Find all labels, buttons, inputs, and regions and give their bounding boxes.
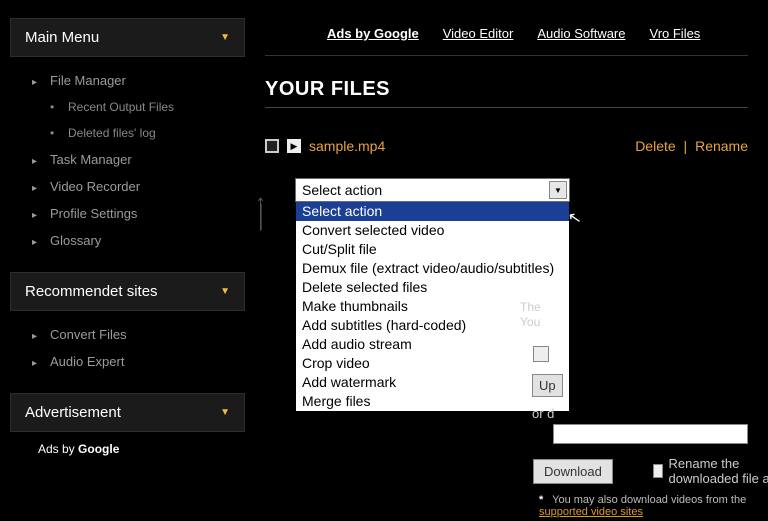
- footnote: * You may also download videos from the …: [539, 494, 768, 518]
- main-menu-title: Main Menu: [25, 29, 99, 46]
- url-input[interactable]: [553, 424, 748, 444]
- sidebar-item-deleted-log[interactable]: Deleted files' log: [32, 120, 245, 146]
- action-select-value: Select action: [302, 182, 382, 198]
- chevron-down-icon: ▼: [220, 407, 230, 418]
- rename-label: Rename the downloaded file as: [669, 456, 768, 486]
- option-crop[interactable]: Crop video: [296, 354, 569, 373]
- upload-button[interactable]: Up: [532, 374, 563, 397]
- rename-checkbox[interactable]: [653, 464, 663, 478]
- sidebar-item-glossary[interactable]: Glossary: [32, 227, 245, 254]
- info-text: You: [520, 315, 540, 329]
- action-select-box: Select action ▼ Select action Convert se…: [295, 178, 570, 412]
- rename-group: Rename the downloaded file as: [653, 456, 768, 486]
- chevron-down-icon: ▼: [220, 286, 230, 297]
- play-icon[interactable]: ▶: [287, 139, 301, 153]
- main-menu-panel: Main Menu ▼ File Manager Recent Output F…: [10, 18, 245, 254]
- nav-vro-files[interactable]: Vro Files: [650, 26, 701, 41]
- sidebar-item-video-recorder[interactable]: Video Recorder: [32, 173, 245, 200]
- upload-arrow-icon: ↑│: [255, 196, 269, 224]
- option-convert-video[interactable]: Convert selected video: [296, 221, 569, 240]
- supported-sites-link[interactable]: supported video sites: [539, 506, 643, 518]
- download-button[interactable]: Download: [533, 459, 613, 484]
- file-left: ▶ sample.mp4: [265, 138, 385, 154]
- option-demux[interactable]: Demux file (extract video/audio/subtitle…: [296, 259, 569, 278]
- sidebar: Main Menu ▼ File Manager Recent Output F…: [0, 0, 245, 521]
- recommended-list: Convert Files Audio Expert: [10, 311, 245, 375]
- ads-by-google-side: Ads by Google: [10, 432, 245, 456]
- recommended-title: Recommendet sites: [25, 283, 158, 300]
- sidebar-item-task-manager[interactable]: Task Manager: [32, 146, 245, 173]
- title-rule: [265, 107, 748, 108]
- separator: |: [680, 138, 692, 154]
- action-select[interactable]: Select action ▼: [295, 178, 570, 202]
- file-rename-link[interactable]: Rename: [695, 138, 748, 154]
- main-content: Ads by Google Video Editor Audio Softwar…: [245, 0, 768, 521]
- nav-video-editor[interactable]: Video Editor: [443, 26, 514, 41]
- advertisement-title: Advertisement: [25, 404, 121, 421]
- advertisement-panel: Advertisement ▼ Ads by Google: [10, 393, 245, 456]
- file-checkbox[interactable]: [265, 139, 279, 153]
- sidebar-item-file-manager[interactable]: File Manager: [32, 67, 245, 94]
- asterisk-icon: *: [539, 494, 549, 506]
- option-audio-stream[interactable]: Add audio stream: [296, 335, 569, 354]
- page-title: YOUR FILES: [265, 78, 748, 101]
- main-menu-list: File Manager Recent Output Files Deleted…: [10, 57, 245, 254]
- option-select-action[interactable]: Select action: [296, 202, 569, 221]
- recommended-sites-panel: Recommendet sites ▼ Convert Files Audio …: [10, 272, 245, 375]
- main-menu-header[interactable]: Main Menu ▼: [10, 18, 245, 57]
- recommended-header[interactable]: Recommendet sites ▼: [10, 272, 245, 311]
- sidebar-item-recent-output[interactable]: Recent Output Files: [32, 94, 245, 120]
- upload-checkbox[interactable]: [533, 346, 549, 362]
- nav-audio-software[interactable]: Audio Software: [537, 26, 625, 41]
- option-cut-split[interactable]: Cut/Split file: [296, 240, 569, 259]
- advertisement-header[interactable]: Advertisement ▼: [10, 393, 245, 432]
- file-name[interactable]: sample.mp4: [309, 138, 385, 154]
- chevron-down-icon: ▼: [220, 32, 230, 43]
- download-row: Download Rename the downloaded file as: [533, 456, 768, 486]
- file-delete-link[interactable]: Delete: [635, 138, 675, 154]
- file-row: ▶ sample.mp4 Delete | Rename: [265, 138, 748, 154]
- info-text: The: [520, 300, 541, 314]
- file-actions: Delete | Rename: [635, 138, 748, 154]
- option-watermark[interactable]: Add watermark: [296, 373, 569, 392]
- or-text: or d: [532, 406, 554, 421]
- sidebar-item-profile-settings[interactable]: Profile Settings: [32, 200, 245, 227]
- footnote-text: You may also download videos from the: [552, 494, 746, 506]
- dropdown-button-icon[interactable]: ▼: [549, 181, 567, 199]
- nav-ads-by-google[interactable]: Ads by Google: [327, 26, 419, 41]
- sidebar-item-audio-expert[interactable]: Audio Expert: [32, 348, 245, 375]
- option-merge[interactable]: Merge files: [296, 392, 569, 411]
- option-delete-files[interactable]: Delete selected files: [296, 278, 569, 297]
- top-nav: Ads by Google Video Editor Audio Softwar…: [265, 18, 748, 56]
- sidebar-item-convert-files[interactable]: Convert Files: [32, 321, 245, 348]
